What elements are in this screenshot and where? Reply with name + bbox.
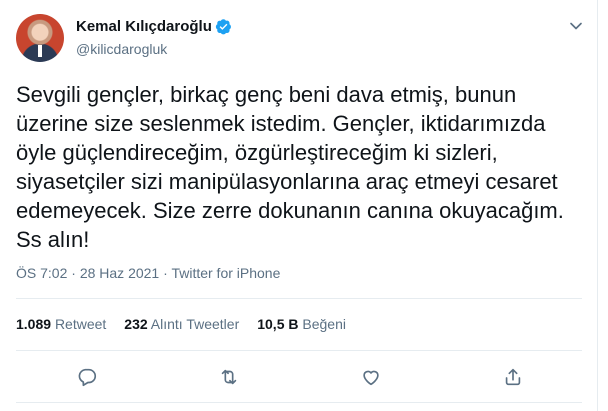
reply-button[interactable] xyxy=(72,362,102,392)
retweet-button[interactable] xyxy=(214,362,244,392)
like-icon xyxy=(363,370,379,386)
like-count[interactable]: 10,5 B Beğeni xyxy=(257,316,346,332)
tweet-date[interactable]: 28 Haz 2021 xyxy=(80,265,159,281)
tweet-time[interactable]: ÖS 7:02 xyxy=(16,265,67,281)
tweet-text: Sevgili gençler, birkaç genç beni dava e… xyxy=(16,82,564,252)
tweet-stats: 1.089 Retweet 232 Alıntı Tweetler 10,5 B… xyxy=(16,316,364,332)
verified-badge-icon xyxy=(215,19,231,35)
more-options-icon[interactable] xyxy=(566,16,586,36)
divider xyxy=(16,402,582,403)
tweet-header: Kemal Kılıçdaroğlu @kilicdarogluk xyxy=(16,14,586,62)
tweet-metadata: ÖS 7:02 · 28 Haz 2021 · Twitter for iPho… xyxy=(16,265,280,281)
tweet-source[interactable]: Twitter for iPhone xyxy=(171,265,280,281)
divider xyxy=(16,350,582,351)
tweet-detail: Kemal Kılıçdaroğlu @kilicdarogluk Sevgil… xyxy=(0,0,596,411)
author-name[interactable]: Kemal Kılıçdaroğlu xyxy=(76,18,212,35)
author-name-row: Kemal Kılıçdaroğlu xyxy=(76,18,232,35)
retweet-count[interactable]: 1.089 Retweet xyxy=(16,316,106,332)
like-button[interactable] xyxy=(356,362,386,392)
share-icon xyxy=(505,368,521,386)
quote-count[interactable]: 232 Alıntı Tweetler xyxy=(124,316,239,332)
author-handle[interactable]: @kilicdarogluk xyxy=(76,41,167,57)
share-button[interactable] xyxy=(498,362,528,392)
divider xyxy=(16,298,582,299)
reply-icon xyxy=(78,368,97,387)
timeline-border xyxy=(597,0,598,411)
retweet-icon xyxy=(221,369,237,385)
avatar[interactable] xyxy=(16,14,64,62)
tweet-actions xyxy=(16,362,582,392)
